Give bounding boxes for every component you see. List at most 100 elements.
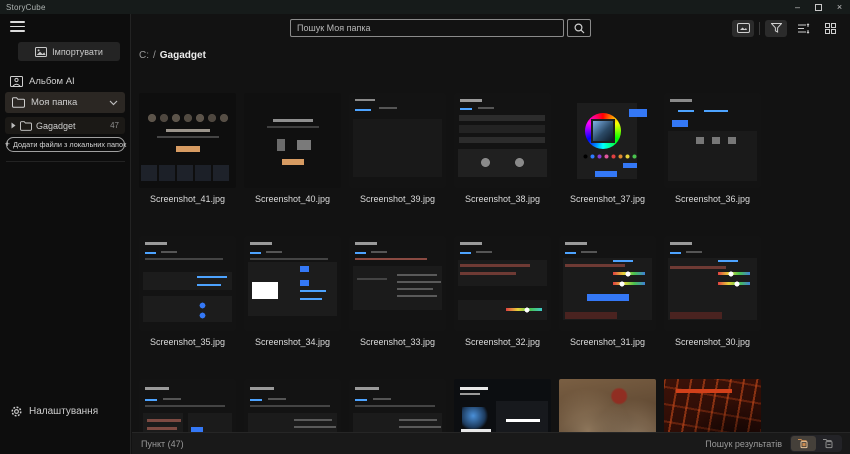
sidebar-item-label: Моя папка	[31, 97, 77, 108]
toolbar-divider	[759, 22, 760, 35]
view-toggle-group	[790, 435, 842, 452]
thumbnail[interactable]	[454, 93, 551, 188]
chevron-down-icon[interactable]	[109, 100, 118, 106]
sidebar: Імпортувати Альбом AI Моя папка Ga	[0, 14, 131, 454]
search-input[interactable]	[290, 19, 564, 37]
thumbnail[interactable]	[664, 236, 761, 331]
hamburger-menu-icon[interactable]	[10, 21, 25, 32]
grid-item[interactable]: Screenshot_32.jpg	[454, 236, 551, 379]
grid-item[interactable]: Screenshot_34.jpg	[244, 236, 341, 379]
grid-item[interactable]	[244, 379, 341, 432]
funnel-icon	[771, 23, 782, 33]
main-area: C: / Gagadget Screenshot_41.jpg Screensho…	[132, 14, 850, 454]
thumbnail[interactable]	[454, 236, 551, 331]
thumbnail[interactable]	[244, 379, 341, 432]
search-results-label: Пошук результатів	[705, 439, 782, 449]
add-files-label: Додати файли з локальних папок	[13, 140, 126, 149]
preview-button[interactable]	[732, 20, 754, 37]
import-image-icon	[35, 47, 47, 57]
sidebar-item-ai-album[interactable]: Альбом AI	[10, 72, 122, 90]
search-icon	[574, 23, 585, 34]
thumbnail[interactable]	[139, 93, 236, 188]
file-name: Screenshot_30.jpg	[675, 337, 750, 347]
settings-label: Налаштування	[29, 406, 98, 417]
breadcrumb-folder[interactable]: Gagadget	[160, 50, 206, 61]
thumbnail[interactable]	[349, 93, 446, 188]
gear-icon	[10, 405, 23, 418]
thumbnail[interactable]	[349, 379, 446, 432]
window-controls: – ×	[787, 0, 850, 14]
thumbnail[interactable]	[139, 236, 236, 331]
grid-view-button[interactable]	[819, 20, 841, 37]
thumbnail[interactable]	[244, 93, 341, 188]
thumbnail[interactable]	[454, 379, 551, 432]
thumbnail[interactable]	[664, 93, 761, 188]
thumbnail[interactable]	[349, 236, 446, 331]
sidebar-item-label: Альбом AI	[29, 76, 75, 87]
grid-item[interactable]	[349, 379, 446, 432]
slideshow-icon	[737, 23, 750, 33]
grid-item[interactable]: Screenshot_36.jpg	[664, 93, 761, 236]
folder-tree-icon	[797, 438, 810, 449]
statusbar: Пункт (47) Пошук результатів	[132, 432, 850, 454]
grid-item[interactable]: Screenshot_37.jpg	[559, 93, 656, 236]
sort-button[interactable]	[792, 20, 814, 37]
file-name: Screenshot_37.jpg	[570, 194, 645, 204]
grid-icon	[825, 23, 836, 34]
thumbnail[interactable]	[559, 236, 656, 331]
folder-icon	[12, 97, 25, 108]
grid-item[interactable]: Screenshot_31.jpg	[559, 236, 656, 379]
thumbnail[interactable]	[664, 379, 761, 432]
plus-icon: +	[5, 140, 10, 149]
search-button[interactable]	[567, 19, 591, 37]
expand-arrow-icon[interactable]	[11, 122, 16, 129]
file-name: Screenshot_35.jpg	[150, 337, 225, 347]
breadcrumb-separator: /	[153, 50, 156, 61]
filter-button[interactable]	[765, 20, 787, 37]
maximize-icon	[815, 4, 822, 11]
thumbnail[interactable]	[139, 379, 236, 432]
grid-item[interactable]: Screenshot_39.jpg	[349, 93, 446, 236]
sort-lines-icon	[797, 23, 810, 34]
grid-item[interactable]: Screenshot_38.jpg	[454, 93, 551, 236]
statusbar-right: Пошук результатів	[705, 435, 850, 452]
thumbnail[interactable]	[244, 236, 341, 331]
item-count-label: Пункт (47)	[132, 439, 184, 449]
grid-item[interactable]: Screenshot_33.jpg	[349, 236, 446, 379]
breadcrumb: C: / Gagadget	[139, 50, 206, 61]
add-local-files-button[interactable]: + Додати файли з локальних папок	[6, 137, 125, 152]
close-button[interactable]: ×	[829, 0, 850, 14]
file-name: Screenshot_38.jpg	[465, 194, 540, 204]
file-name: Screenshot_32.jpg	[465, 337, 540, 347]
breadcrumb-drive[interactable]: C:	[139, 50, 149, 61]
thumbnail[interactable]	[559, 93, 656, 188]
titlebar: StoryCube – ×	[0, 0, 850, 14]
grid-item[interactable]: Screenshot_30.jpg	[664, 236, 761, 379]
sidebar-item-settings[interactable]: Налаштування	[10, 402, 122, 420]
folder-count-badge: 47	[110, 121, 119, 130]
folder-flat-icon	[822, 438, 835, 449]
file-name: Screenshot_39.jpg	[360, 194, 435, 204]
sidebar-item-gagadget[interactable]: Gagadget 47	[5, 117, 125, 134]
app-window: StoryCube – × Імпортувати Альбом AI	[0, 0, 850, 454]
file-name: Screenshot_36.jpg	[675, 194, 750, 204]
folder-tree-view-toggle[interactable]	[791, 436, 816, 451]
minimize-button[interactable]: –	[787, 0, 808, 14]
maximize-button[interactable]	[808, 0, 829, 14]
file-name: Screenshot_31.jpg	[570, 337, 645, 347]
file-name: Screenshot_41.jpg	[150, 194, 225, 204]
import-button[interactable]: Імпортувати	[18, 42, 120, 61]
grid-item[interactable]	[454, 379, 551, 432]
thumbnail[interactable]	[559, 379, 656, 432]
grid: Screenshot_41.jpgScreenshot_40.jpgScreen…	[139, 93, 844, 432]
grid-item[interactable]	[664, 379, 761, 432]
grid-item[interactable]: Screenshot_40.jpg	[244, 93, 341, 236]
grid-item[interactable]	[139, 379, 236, 432]
grid-item[interactable]	[559, 379, 656, 432]
grid-item[interactable]: Screenshot_41.jpg	[139, 93, 236, 236]
app-title: StoryCube	[0, 3, 46, 12]
sidebar-item-my-folder[interactable]: Моя папка	[5, 92, 125, 113]
grid-item[interactable]: Screenshot_35.jpg	[139, 236, 236, 379]
import-label: Імпортувати	[52, 47, 103, 57]
flat-view-toggle[interactable]	[816, 436, 841, 451]
